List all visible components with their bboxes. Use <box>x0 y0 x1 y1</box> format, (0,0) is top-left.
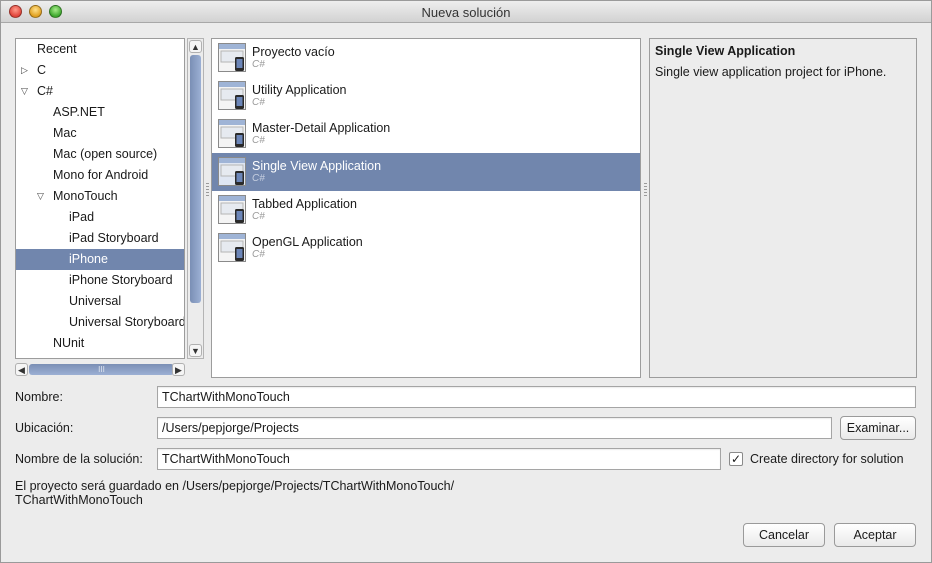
scroll-left-icon[interactable]: ◀ <box>15 363 28 376</box>
tree-item[interactable]: ▽ MonoTouch <box>16 186 184 207</box>
template-item[interactable]: OpenGL Application C# <box>212 229 640 267</box>
tree-item-label: Universal <box>69 294 122 308</box>
create-directory-checkbox[interactable]: ✓ <box>729 452 743 466</box>
tree-item[interactable]: iPhone <box>16 249 184 270</box>
tree-item[interactable]: Mac (open source) <box>16 144 184 165</box>
create-directory-label[interactable]: Create directory for solution <box>750 452 904 466</box>
project-template-icon <box>218 195 246 224</box>
template-item[interactable]: Tabbed Application C# <box>212 191 640 229</box>
accept-button[interactable]: Aceptar <box>834 523 916 547</box>
tree-item-label: MonoTouch <box>53 189 118 203</box>
splitter-grip-left[interactable] <box>206 183 209 197</box>
tree-item[interactable]: iPad Storyboard <box>16 228 184 249</box>
description-text: Single view application project for iPho… <box>655 65 887 79</box>
template-language: C# <box>252 135 265 146</box>
disclosure-expanded-icon[interactable]: ▽ <box>37 186 44 207</box>
tree-item-label: C# <box>37 84 53 98</box>
tree-item-label: iPhone <box>69 252 108 266</box>
location-label: Ubicación: <box>15 421 74 435</box>
tree-item-label: C <box>37 63 47 77</box>
tree-item[interactable]: Universal Storyboard <box>16 312 184 333</box>
tree-item[interactable]: Mac <box>16 123 184 144</box>
tree-item[interactable]: ▷ C <box>16 60 184 81</box>
tree-item[interactable]: ASP.NET <box>16 102 184 123</box>
template-name: Utility Application <box>252 83 347 97</box>
tree-item-label: iPad <box>69 210 95 224</box>
tree-item-label: Mac <box>53 126 77 140</box>
template-name: Master-Detail Application <box>252 121 391 135</box>
scroll-up-icon[interactable]: ▲ <box>189 40 202 53</box>
tree-item-label: ASP.NET <box>53 105 105 119</box>
tree-item[interactable]: ▽ C# <box>16 81 184 102</box>
tree-item-label: Mono for Android <box>53 168 149 182</box>
template-name: Single View Application <box>252 159 382 173</box>
template-language: C# <box>252 97 265 108</box>
template-language: C# <box>252 173 265 184</box>
new-solution-dialog: Nueva solución Recent ▷ C ▽ C# ASP.NET Mac Mac … <box>0 0 932 563</box>
disclosure-collapsed-icon[interactable]: ▷ <box>21 60 28 81</box>
tree-item-label: Universal Storyboard <box>69 315 184 329</box>
name-input[interactable]: TChartWithMonoTouch <box>157 386 916 408</box>
tree-item-label: NUnit <box>53 336 85 350</box>
template-list[interactable]: Proyecto vacío C# Utility Application C# M… <box>211 38 641 378</box>
tree-item-label: Mac (open source) <box>53 147 158 161</box>
template-language: C# <box>252 249 265 260</box>
horizontal-scroll-thumb[interactable]: III <box>29 364 174 375</box>
disclosure-expanded-icon[interactable]: ▽ <box>21 81 28 102</box>
template-item[interactable]: Single View Application C# <box>212 153 640 191</box>
location-input[interactable]: /Users/pepjorge/Projects <box>157 417 832 439</box>
window-title: Nueva solución <box>421 5 511 20</box>
category-tree[interactable]: Recent ▷ C ▽ C# ASP.NET Mac Mac (open source) Mo… <box>15 38 185 359</box>
browse-button[interactable]: Examinar... <box>840 416 916 440</box>
tree-item[interactable]: Universal <box>16 291 184 312</box>
template-name: Tabbed Application <box>252 197 357 211</box>
template-name: Proyecto vacío <box>252 45 335 59</box>
solution-name-input[interactable]: TChartWithMonoTouch <box>157 448 721 470</box>
project-template-icon <box>218 43 246 72</box>
splitter-grip-right[interactable] <box>644 183 647 197</box>
solution-name-label: Nombre de la solución: <box>15 452 143 466</box>
template-item[interactable]: Master-Detail Application C# <box>212 115 640 153</box>
template-name: OpenGL Application <box>252 235 363 249</box>
template-item[interactable]: Utility Application C# <box>212 77 640 115</box>
tree-item[interactable]: Mono for Android <box>16 165 184 186</box>
tree-item[interactable]: iPad <box>16 207 184 228</box>
template-language: C# <box>252 59 265 70</box>
cancel-button[interactable]: Cancelar <box>743 523 825 547</box>
template-language: C# <box>252 211 265 222</box>
save-location-info-line2: TChartWithMonoTouch <box>15 493 143 507</box>
title-bar: Nueva solución <box>1 1 931 23</box>
template-description-panel: Single View Application Single view appl… <box>649 38 917 378</box>
scroll-down-icon[interactable]: ▼ <box>189 344 202 357</box>
project-template-icon <box>218 233 246 262</box>
tree-item-label: Recent <box>37 42 77 56</box>
tree-item[interactable]: NUnit <box>16 333 184 354</box>
template-item[interactable]: Proyecto vacío C# <box>212 39 640 77</box>
description-title: Single View Application <box>655 44 796 58</box>
scroll-thumb[interactable] <box>190 55 201 303</box>
category-tree-vertical-scrollbar[interactable]: ▲ ▼ <box>187 38 204 359</box>
category-tree-horizontal-scrollbar[interactable]: ◀ III ▶ <box>15 363 185 377</box>
scroll-right-icon[interactable]: ▶ <box>172 363 185 376</box>
tree-item-label: iPhone Storyboard <box>69 273 173 287</box>
save-location-info-line1: El proyecto será guardado en /Users/pepj… <box>15 479 455 493</box>
tree-item[interactable]: Recent <box>16 39 184 60</box>
project-template-icon <box>218 157 246 186</box>
project-template-icon <box>218 119 246 148</box>
tree-item[interactable]: iPhone Storyboard <box>16 270 184 291</box>
project-template-icon <box>218 81 246 110</box>
tree-item-label: iPad Storyboard <box>69 231 159 245</box>
save-location-info: El proyecto será guardado en /Users/pepj… <box>15 479 615 507</box>
name-label: Nombre: <box>15 390 63 404</box>
